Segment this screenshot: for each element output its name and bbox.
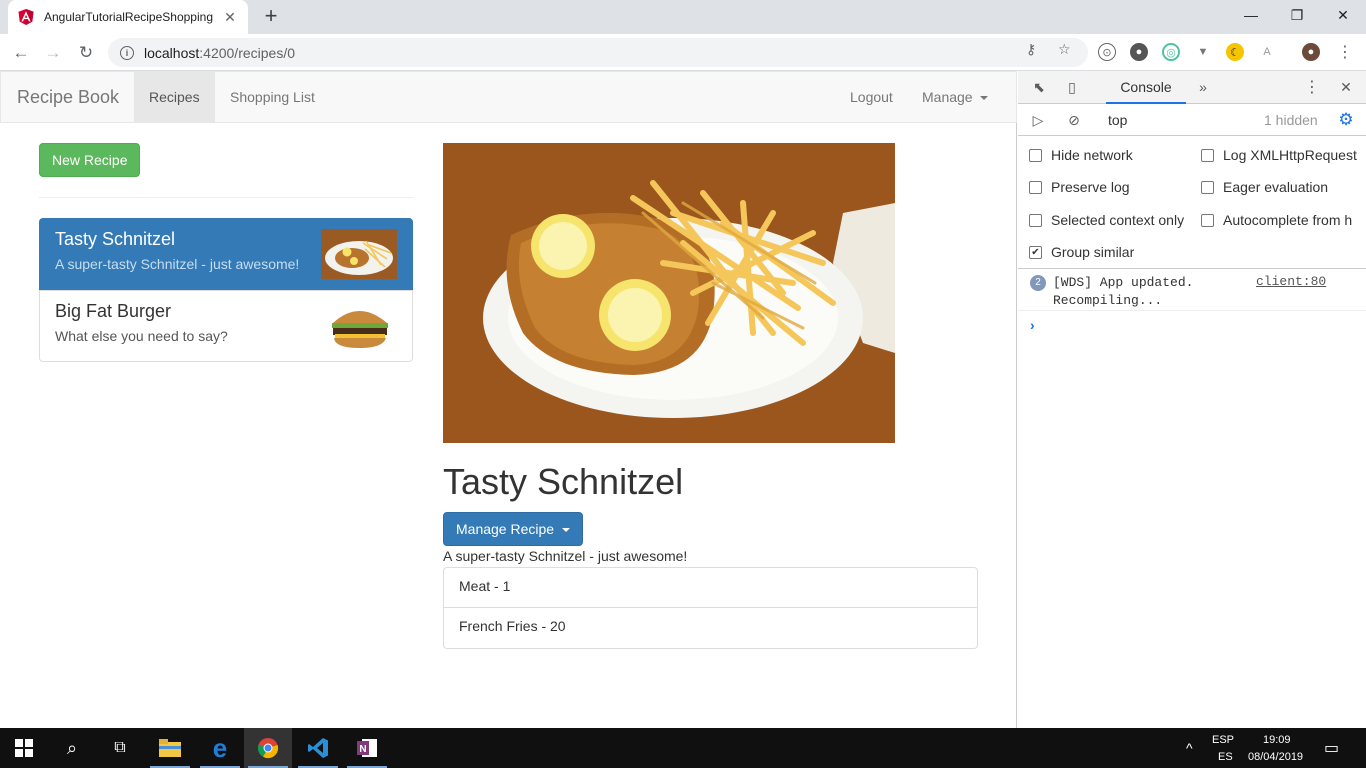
recipe-name: Big Fat Burger	[55, 301, 172, 321]
recipe-title: Tasty Schnitzel	[443, 461, 684, 502]
extension-icon[interactable]: ⊙	[1098, 43, 1116, 61]
recipe-list-item[interactable]: Big Fat Burger What else you need to say…	[39, 290, 413, 362]
more-tabs-icon[interactable]: »	[1193, 77, 1213, 97]
nav-shopping-list[interactable]: Shopping List	[215, 72, 330, 122]
start-button[interactable]	[0, 728, 48, 768]
divider	[39, 197, 413, 198]
repeat-count-badge: 2	[1030, 275, 1046, 291]
clock-date[interactable]: 08/04/2019	[1248, 751, 1303, 763]
devtools-menu-icon[interactable]: ⋮	[1302, 77, 1322, 97]
group-similar-checkbox[interactable]: ✔ Group similar	[1029, 244, 1134, 260]
forward-icon[interactable]: →	[40, 40, 66, 66]
vscode-icon[interactable]	[294, 728, 342, 768]
show-hidden-icons-icon[interactable]: ^	[1186, 740, 1193, 756]
clear-console-icon[interactable]: ⊘	[1064, 110, 1084, 130]
tab-console[interactable]: Console	[1106, 71, 1186, 104]
brand[interactable]: Recipe Book	[17, 87, 119, 108]
site-info-icon[interactable]: i	[120, 45, 134, 60]
task-view-icon[interactable]: ⧉	[96, 728, 144, 768]
ingredient-item[interactable]: Meat - 1	[443, 567, 978, 608]
avatar[interactable]: ●	[1302, 43, 1320, 61]
svg-text:N: N	[359, 744, 366, 755]
windows-taskbar: ⌕ ⧉ e N ^ ESP ES 19:09 08/04/2019 ▭	[0, 728, 1366, 768]
autocomplete-checkbox[interactable]: Autocomplete from h	[1201, 212, 1352, 228]
extension-icon[interactable]: ◎	[1162, 43, 1180, 61]
eager-eval-checkbox[interactable]: Eager evaluation	[1201, 179, 1328, 195]
console-prompt-icon[interactable]: ›	[1030, 317, 1035, 333]
context-selector[interactable]: top	[1108, 112, 1127, 128]
recipe-image	[443, 143, 895, 443]
selected-context-checkbox[interactable]: Selected context only	[1029, 212, 1184, 228]
gear-icon[interactable]: ⚙	[1336, 110, 1356, 130]
windows-logo-icon	[15, 739, 33, 757]
recipe-description: A super-tasty Schnitzel - just awesome!	[55, 256, 300, 272]
schnitzel-thumbnail	[321, 229, 397, 279]
edge-browser-icon[interactable]: e	[196, 728, 244, 768]
extension-icon[interactable]: ●	[1130, 43, 1148, 61]
action-center-icon[interactable]: ▭	[1324, 738, 1339, 758]
manage-recipe-button[interactable]: Manage Recipe	[443, 512, 583, 546]
log-xhr-checkbox[interactable]: Log XMLHttpRequest	[1201, 147, 1357, 163]
tab-title: AngularTutorialRecipeShopping	[44, 10, 213, 24]
close-window-button[interactable]: ✕	[1320, 0, 1366, 30]
devtools-tab-bar: ⬉ ▯ Console » ⋮ ✕	[1018, 71, 1366, 104]
new-tab-button[interactable]: +	[258, 4, 284, 30]
console-settings: Hide network Log XMLHttpRequest Preserve…	[1018, 136, 1366, 269]
inspect-element-icon[interactable]: ⬉	[1029, 77, 1049, 97]
recipe-list-item[interactable]: Tasty Schnitzel A super-tasty Schnitzel …	[39, 218, 413, 290]
new-recipe-button[interactable]: New Recipe	[39, 143, 141, 177]
close-devtools-icon[interactable]: ✕	[1336, 77, 1356, 97]
url-text: localhost:4200/recipes/0	[144, 44, 295, 61]
angular-favicon-icon	[18, 9, 34, 25]
app-viewport: Recipe Book Recipes Shopping List Logout…	[0, 71, 1017, 728]
key-icon[interactable]: ⚷	[1026, 41, 1036, 58]
browser-tab-strip: AngularTutorialRecipeShopping ✕ + — ❐ ✕	[0, 0, 1366, 34]
preserve-log-checkbox[interactable]: Preserve log	[1029, 179, 1130, 195]
search-icon[interactable]: ⌕	[48, 728, 96, 768]
extension-icon[interactable]: ▼	[1194, 43, 1212, 61]
chrome-icon[interactable]	[244, 728, 292, 768]
console-message[interactable]: 2 [WDS] App updated. Recompiling... clie…	[1018, 269, 1366, 311]
ingredient-item[interactable]: French Fries - 20	[443, 608, 978, 649]
devtools-panel: ⬉ ▯ Console » ⋮ ✕ ▷ ⊘ top 1 hidden ⚙ Hid…	[1018, 71, 1366, 728]
restore-button[interactable]: ❐	[1274, 0, 1320, 30]
navbar: Recipe Book Recipes Shopping List Logout…	[0, 71, 1017, 123]
check-icon: ✔	[1029, 245, 1042, 259]
back-icon[interactable]: ←	[8, 40, 34, 66]
caret-down-icon	[561, 528, 570, 533]
extension-icon[interactable]: ☾	[1226, 43, 1244, 61]
clock-time[interactable]: 19:09	[1263, 734, 1291, 746]
sidebar-toggle-icon[interactable]: ▷	[1028, 110, 1048, 130]
input-language[interactable]: ESP	[1212, 734, 1234, 746]
recipe-description: What else you need to say?	[55, 328, 228, 344]
nav-manage-dropdown[interactable]: Manage	[907, 72, 1003, 122]
browser-tab[interactable]: AngularTutorialRecipeShopping ✕	[8, 0, 248, 34]
recipe-name: Tasty Schnitzel	[55, 229, 176, 249]
nav-logout[interactable]: Logout	[835, 72, 908, 122]
recipe-description-detail: A super-tasty Schnitzel - just awesome!	[443, 548, 688, 564]
onenote-icon[interactable]: N	[343, 728, 391, 768]
device-toolbar-icon[interactable]: ▯	[1062, 77, 1082, 97]
file-explorer-icon[interactable]	[146, 728, 194, 768]
extension-icon[interactable]: A	[1258, 43, 1276, 61]
burger-thumbnail	[321, 301, 397, 351]
console-toolbar: ▷ ⊘ top 1 hidden ⚙	[1018, 104, 1366, 136]
reload-icon[interactable]: ↻	[73, 40, 99, 66]
hide-network-checkbox[interactable]: Hide network	[1029, 147, 1133, 163]
menu-icon[interactable]: ⋮	[1336, 43, 1354, 61]
nav-recipes[interactable]: Recipes	[134, 72, 215, 122]
hidden-count: 1 hidden	[1264, 112, 1318, 128]
keyboard-layout[interactable]: ES	[1218, 751, 1233, 763]
message-source-link[interactable]: client:80	[1256, 274, 1326, 289]
address-bar[interactable]: i localhost:4200/recipes/0	[108, 38, 1088, 67]
close-tab-icon[interactable]: ✕	[222, 9, 238, 26]
message-text: [WDS] App updated. Recompiling...	[1053, 275, 1194, 308]
minimize-button[interactable]: —	[1228, 0, 1274, 30]
bookmark-star-icon[interactable]: ☆	[1058, 41, 1071, 58]
caret-down-icon	[980, 96, 989, 101]
